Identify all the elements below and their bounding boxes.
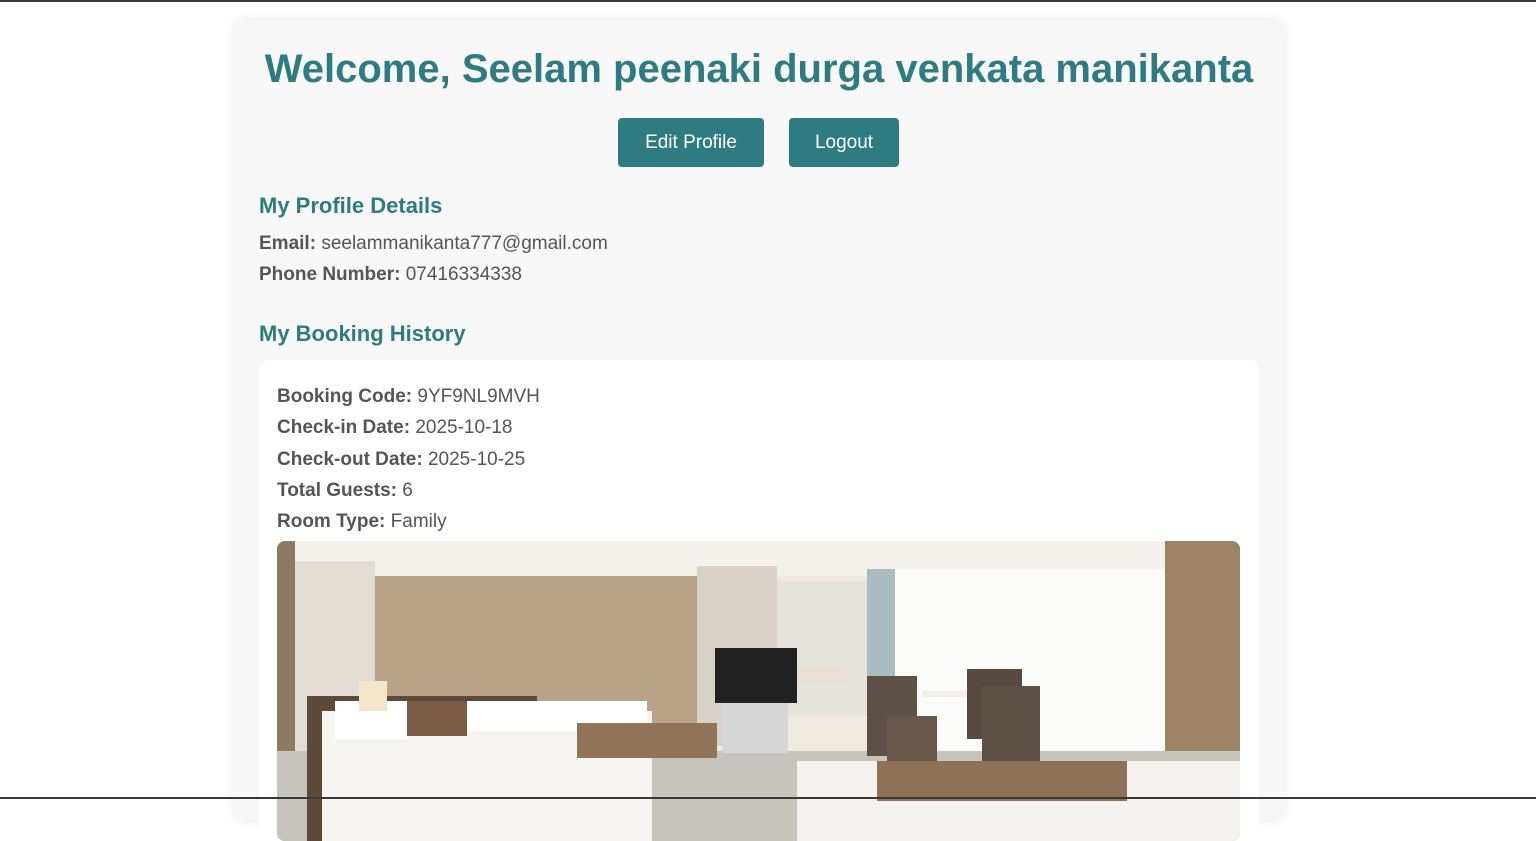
booking-code-row: Booking Code: 9YF9NL9MVH — [277, 385, 540, 409]
room-type-value: Family — [390, 511, 447, 532]
booking-code-value: 9YF9NL9MVH — [417, 386, 540, 407]
edit-profile-button[interactable]: Edit Profile — [618, 118, 764, 167]
checkin-label: Check-in Date: — [277, 417, 411, 438]
checkout-value: 2025-10-25 — [427, 449, 526, 470]
email-row: Email: seelammanikanta777@gmail.com — [259, 232, 608, 256]
room-photo — [277, 541, 1240, 841]
checkout-row: Check-out Date: 2025-10-25 — [277, 448, 525, 472]
room-photo-illustration — [277, 541, 1240, 841]
logout-button[interactable]: Logout — [789, 118, 899, 167]
room-type-row: Room Type: Family — [277, 510, 447, 534]
booking-card: Booking Code: 9YF9NL9MVH Check-in Date: … — [259, 360, 1259, 841]
top-border — [0, 0, 1536, 2]
profile-container: Welcome, Seelam peenaki durga venkata ma… — [234, 20, 1284, 841]
room-type-label: Room Type: — [277, 511, 386, 532]
booking-history-title: My Booking History — [259, 321, 466, 346]
welcome-heading: Welcome, Seelam peenaki durga venkata ma… — [264, 47, 1254, 91]
checkin-value: 2025-10-18 — [415, 417, 513, 438]
checkin-row: Check-in Date: 2025-10-18 — [277, 416, 513, 440]
email-label: Email: — [259, 233, 317, 254]
phone-row: Phone Number: 07416334338 — [259, 263, 522, 287]
phone-label: Phone Number: — [259, 264, 401, 285]
booking-code-label: Booking Code: — [277, 386, 413, 407]
checkout-label: Check-out Date: — [277, 449, 423, 470]
phone-value: 07416334338 — [405, 264, 522, 285]
guests-value: 6 — [402, 480, 413, 501]
profile-details-title: My Profile Details — [259, 193, 443, 218]
guests-row: Total Guests: 6 — [277, 479, 413, 503]
guests-label: Total Guests: — [277, 480, 397, 501]
email-value: seelammanikanta777@gmail.com — [321, 233, 608, 254]
